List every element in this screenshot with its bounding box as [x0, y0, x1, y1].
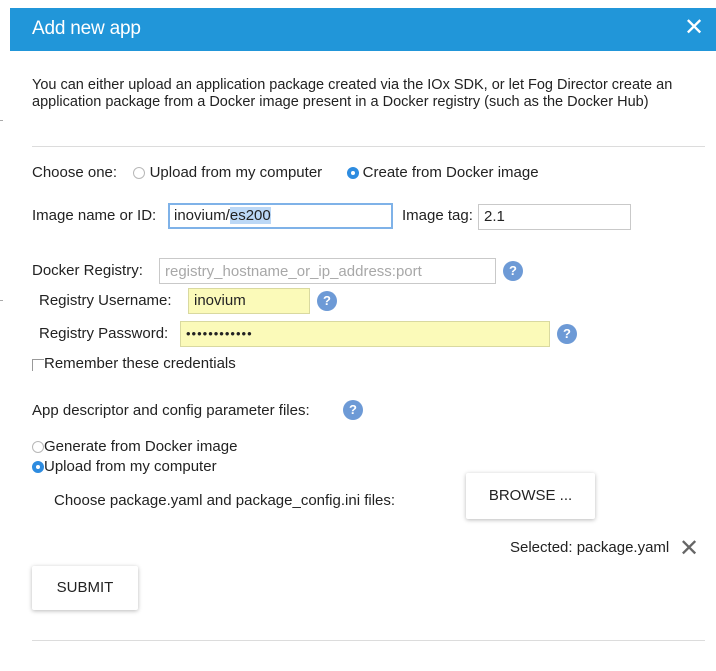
checkbox-icon: [32, 359, 44, 371]
close-icon[interactable]: ✕: [682, 16, 706, 40]
radio-docker-label: Create from Docker image: [362, 164, 539, 181]
radio-create-docker[interactable]: Create from Docker image: [346, 164, 539, 181]
image-tag-label: Image tag:: [402, 207, 473, 224]
image-name-input[interactable]: inovium/es200: [168, 203, 393, 229]
password-label: Registry Password:: [39, 325, 169, 342]
remember-label: Remember these credentials: [44, 355, 236, 372]
edge-tick: [0, 300, 3, 301]
image-name-selection: es200: [229, 207, 271, 224]
registry-label: Docker Registry:: [32, 262, 143, 279]
image-name-label: Image name or ID:: [32, 207, 157, 224]
background-edge: [0, 0, 10, 671]
edge-tick: [0, 120, 3, 121]
username-input[interactable]: inovium: [188, 288, 310, 314]
username-help-icon[interactable]: ?: [317, 291, 337, 311]
dialog-title: Add new app: [32, 18, 141, 39]
choose-files-label: Choose package.yaml and package_config.i…: [54, 492, 396, 509]
submit-button[interactable]: SUBMIT: [32, 566, 138, 610]
source-label: Choose one:: [32, 164, 118, 181]
image-tag-input[interactable]: 2.1: [478, 204, 631, 230]
divider: [32, 640, 705, 641]
username-label: Registry Username:: [39, 292, 172, 309]
descriptor-help-icon[interactable]: ?: [343, 400, 363, 420]
selected-file-text: Selected: package.yaml: [510, 539, 670, 556]
password-input[interactable]: ••••••••••••: [180, 321, 550, 347]
password-help-icon[interactable]: ?: [557, 324, 577, 344]
intro-text: You can either upload an application pac…: [32, 77, 673, 110]
radio-upload-computer[interactable]: Upload from my computer: [133, 164, 326, 181]
registry-input[interactable]: [159, 258, 496, 284]
divider: [32, 146, 705, 147]
radio-checked-icon: [32, 461, 44, 473]
dialog-titlebar: Add new app ✕: [10, 8, 716, 51]
descriptor-label: App descriptor and config parameter file…: [32, 402, 310, 419]
radio-upload-label: Upload from my computer: [149, 164, 323, 181]
image-name-prefix: inovium/: [174, 207, 230, 224]
remove-file-icon[interactable]: ✕: [679, 537, 699, 561]
add-app-dialog: Add new app ✕ You can either upload an a…: [10, 0, 716, 671]
radio-generate-label: Generate from Docker image: [44, 438, 238, 455]
radio-upload-files[interactable]: Upload from my computer: [32, 458, 217, 475]
radio-upload-files-label: Upload from my computer: [44, 458, 217, 475]
radio-icon: [133, 167, 146, 179]
remember-credentials[interactable]: Remember these credentials: [32, 355, 236, 372]
registry-help-icon[interactable]: ?: [503, 261, 523, 281]
radio-checked-icon: [346, 167, 359, 179]
radio-icon: [32, 441, 44, 453]
source-choice-row: Choose one: Upload from my computer Crea…: [32, 164, 539, 181]
radio-generate-docker[interactable]: Generate from Docker image: [32, 438, 237, 455]
browse-button[interactable]: BROWSE ...: [466, 473, 595, 519]
